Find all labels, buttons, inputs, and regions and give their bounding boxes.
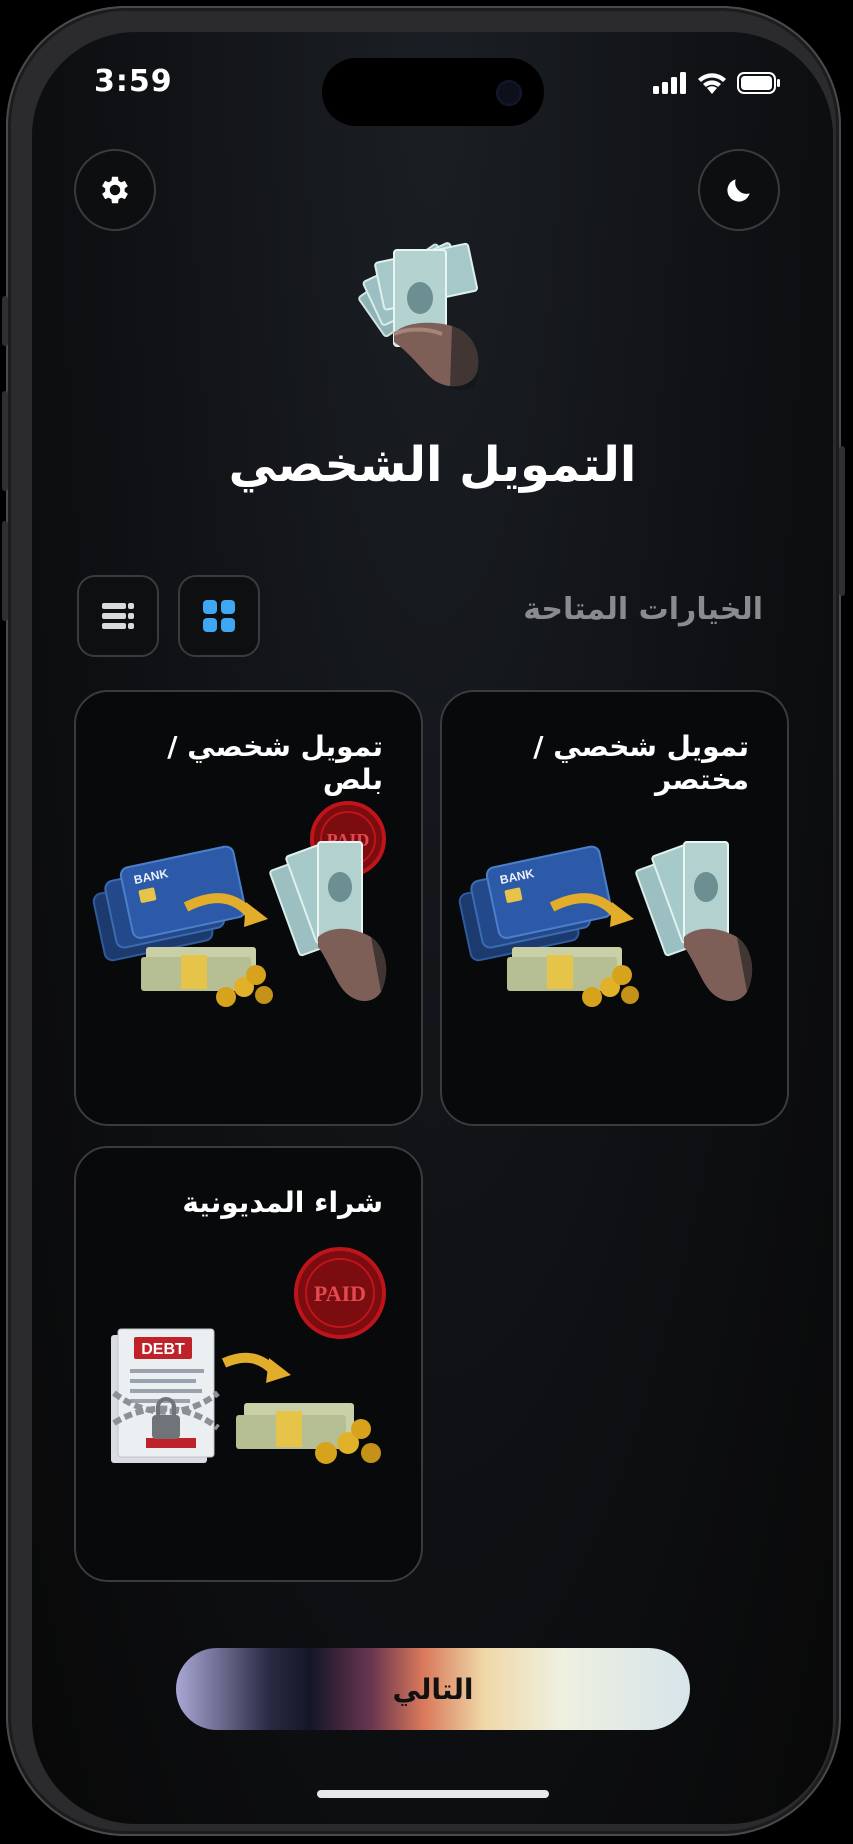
status-icons [653,70,781,96]
bank-card-money-illustration: PAID BANK [92,801,387,1007]
option-card-debt-purchase[interactable]: شراء المديونية PAID DEBT [74,1146,423,1582]
status-bar: 3:59 [32,32,833,142]
next-button[interactable]: التالي [176,1648,690,1730]
section-label: الخيارات المتاحة [523,592,763,627]
signal-icon [653,72,686,94]
page-title: التمويل الشخصي [228,437,637,493]
list-view-button[interactable] [77,575,159,657]
dynamic-island [322,58,544,126]
paid-stamp-icon: PAID [294,1247,386,1339]
debt-document-label: DEBT [141,1341,185,1358]
volume-down-button [2,521,8,621]
bank-card-money-illustration: BANK [458,841,753,1007]
action-button [2,296,8,346]
volume-up-button [2,391,8,491]
option-card-personal-short[interactable]: تمويل شخصي / مختصر BANK [440,690,789,1126]
option-card-personal-plus[interactable]: تمويل شخصي / بلص PAID BANK [74,690,423,1126]
dark-mode-toggle[interactable] [698,149,780,231]
settings-gear-icon [102,176,128,204]
phone-frame: 3:59 التمويل الشخصي الخيارات المتاحة تمو… [2,6,845,1836]
status-time: 3:59 [94,64,173,99]
settings-button[interactable] [74,149,156,231]
list-view-icon [102,603,134,629]
app-screen: 3:59 التمويل الشخصي الخيارات المتاحة تمو… [32,32,833,1824]
front-camera [496,80,522,106]
power-button [839,446,845,596]
wifi-icon [698,73,726,94]
grid-view-icon [203,600,235,632]
dark-mode-moon-icon [727,179,750,202]
grid-view-button[interactable] [178,575,260,657]
debt-to-money-illustration: PAID DEBT [111,1247,386,1464]
battery-icon [737,72,780,94]
option-card-title: شراء المديونية [182,1186,383,1219]
home-indicator [317,1790,549,1798]
paid-stamp-label: PAID [314,1281,366,1306]
money-hand-illustration [358,242,479,391]
